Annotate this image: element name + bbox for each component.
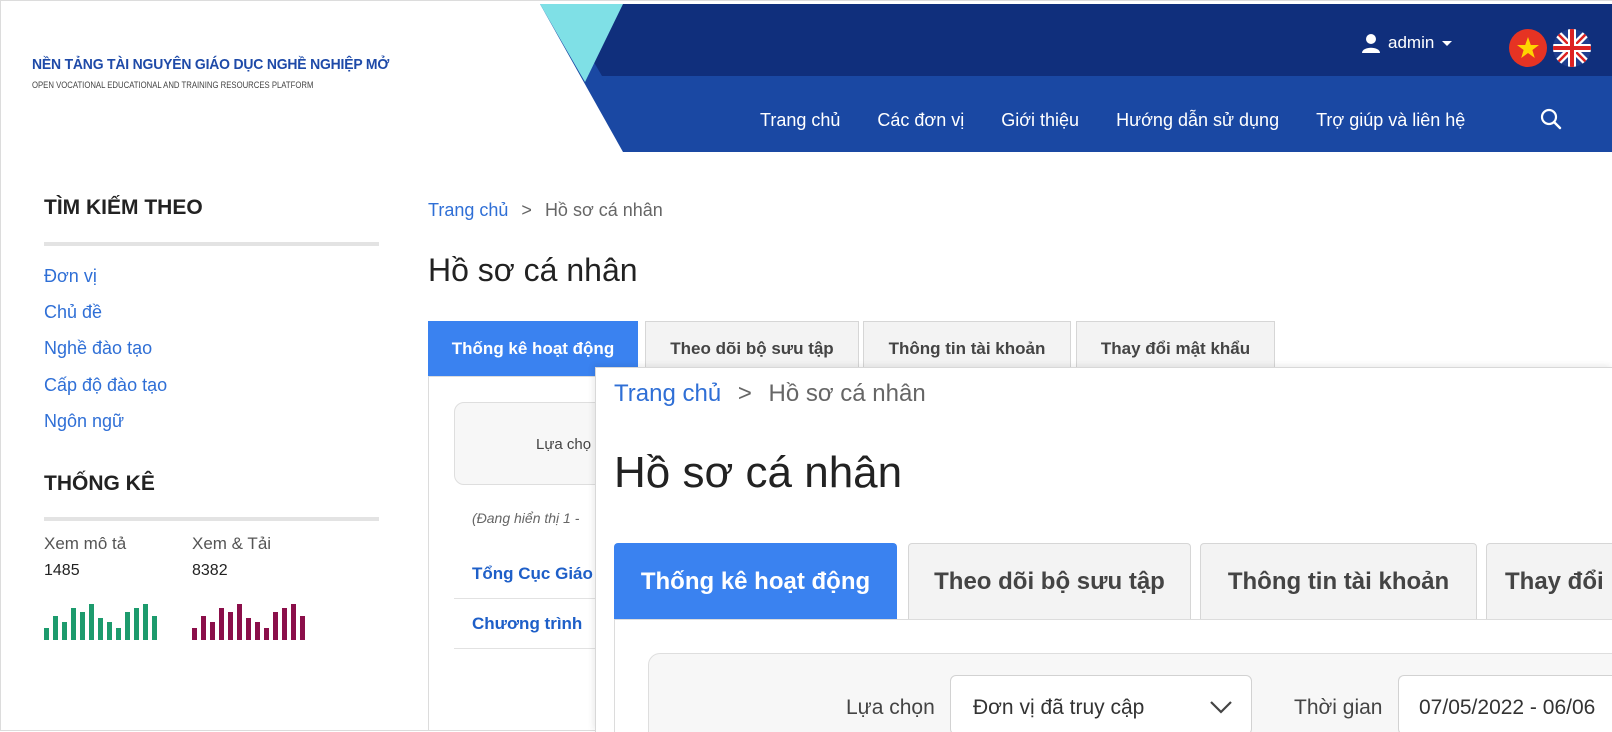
stat-view-desc-label: Xem mô tả (44, 534, 127, 553)
sidebar-link-languages[interactable]: Ngôn ngữ (44, 411, 124, 432)
sparkline-bar (246, 618, 251, 640)
sparkline-bar (282, 608, 287, 640)
user-name: admin (1388, 33, 1435, 52)
statistics-heading: THỐNG KÊ (44, 472, 155, 495)
zoom-breadcrumb-current: Hồ sơ cá nhân (768, 380, 926, 407)
site-header: NỀN TẢNG TÀI NGUYÊN GIÁO DỤC NGHỀ NGHIỆP… (0, 4, 1612, 152)
filter-label: Lựa chọ (536, 436, 592, 453)
sparkline-bar (98, 618, 103, 640)
nav-units[interactable]: Các đơn vị (877, 110, 964, 131)
zoom-tab-change-password[interactable]: Thay đổi (1486, 543, 1612, 619)
sparkline-bar (80, 612, 85, 640)
chevron-down-icon (1442, 40, 1453, 46)
zoomed-overlay: Trang chủ > Hồ sơ cá nhân Hồ sơ cá nhân … (595, 367, 1612, 732)
sparkline-bar (219, 608, 224, 640)
zoom-time-label: Thời gian (1294, 696, 1383, 719)
sidebar-link-topics[interactable]: Chủ đề (44, 302, 102, 323)
sparkline-bar (107, 622, 112, 640)
sparkline-bar (53, 616, 58, 640)
sparkline-bar (192, 628, 197, 640)
zoom-tab-activity-stats[interactable]: Thống kê hoạt động (614, 543, 897, 619)
zoom-breadcrumb: Trang chủ > Hồ sơ cá nhân (614, 380, 926, 408)
sidebar-link-levels[interactable]: Cấp độ đào tạo (44, 375, 167, 396)
nav-home[interactable]: Trang chủ (760, 110, 840, 131)
zoom-date-range-value: 07/05/2022 - 06/06 (1419, 696, 1596, 719)
user-menu[interactable]: admin (1360, 32, 1453, 54)
sparkline-bar (237, 604, 242, 640)
uk-flag-icon[interactable] (1553, 29, 1591, 67)
sparkline-bar (201, 616, 206, 640)
breadcrumb-home-link[interactable]: Trang chủ (428, 200, 508, 220)
zoom-page-title: Hồ sơ cá nhân (614, 448, 903, 497)
divider (44, 242, 379, 246)
zoom-breadcrumb-home-link[interactable]: Trang chủ (614, 380, 721, 407)
sparkline-bar (210, 622, 215, 640)
sidebar-link-occupations[interactable]: Nghề đào tạo (44, 338, 152, 359)
zoom-filter-label: Lựa chọn (846, 696, 935, 719)
nav-guide[interactable]: Hướng dẫn sử dụng (1116, 110, 1279, 131)
breadcrumb: Trang chủ > Hồ sơ cá nhân (428, 200, 663, 221)
zoom-breadcrumb-separator: > (737, 380, 752, 407)
stat-view-download-value: 8382 (192, 562, 228, 579)
sparkline-bar (291, 604, 296, 640)
list-item-link[interactable]: Tổng Cục Giáo (472, 564, 593, 584)
row-divider (454, 598, 604, 599)
stat-view-download-label: Xem & Tải (192, 534, 272, 553)
search-by-heading: TÌM KIẾM THEO (44, 196, 203, 219)
row-divider (454, 648, 604, 649)
nav-about[interactable]: Giới thiệu (1001, 110, 1079, 131)
sparkline-bar (273, 612, 278, 640)
zoom-tab-collection-tracking[interactable]: Theo dõi bộ sưu tập (908, 543, 1191, 619)
sparkline-bar (125, 612, 130, 640)
search-icon[interactable] (1540, 108, 1562, 130)
page-title: Hồ sơ cá nhân (428, 252, 638, 288)
showing-count: (Đang hiển thị 1 - (472, 510, 580, 526)
sparkline-bar (116, 628, 121, 640)
sparkline-bar (62, 622, 67, 640)
sparkline-bar (228, 612, 233, 640)
logo-subtitle: OPEN VOCATIONAL EDUCATIONAL AND TRAINING… (32, 80, 314, 90)
sparkline-view-desc (44, 604, 157, 640)
zoom-date-range-input[interactable]: 07/05/2022 - 06/06 (1398, 675, 1612, 732)
nav-help-contact[interactable]: Trợ giúp và liên hệ (1316, 110, 1465, 131)
chevron-down-icon (1210, 701, 1232, 714)
zoom-filter-select-value: Đơn vị đã truy cập (973, 696, 1145, 719)
sparkline-bar (264, 628, 269, 640)
sidebar-link-units[interactable]: Đơn vị (44, 266, 97, 287)
breadcrumb-separator: > (521, 200, 532, 220)
zoom-tab-account-info[interactable]: Thông tin tài khoản (1200, 543, 1477, 619)
sparkline-bar (152, 616, 157, 640)
user-icon (1362, 34, 1380, 53)
sparkline-bar (44, 628, 49, 640)
logo-title[interactable]: NỀN TẢNG TÀI NGUYÊN GIÁO DỤC NGHỀ NGHIỆP… (32, 56, 389, 73)
sparkline-bar (134, 608, 139, 640)
vietnam-flag-icon[interactable] (1509, 29, 1547, 67)
divider (44, 517, 379, 521)
sparkline-bar (71, 608, 76, 640)
stat-view-desc-value: 1485 (44, 562, 80, 579)
zoom-filter-select[interactable]: Đơn vị đã truy cập (950, 675, 1252, 732)
sparkline-bar (255, 622, 260, 640)
sparkline-bar (89, 604, 94, 640)
list-item-link[interactable]: Chương trình (472, 614, 582, 634)
sparkline-bar (300, 616, 305, 640)
sparkline-view-download (192, 604, 305, 640)
main-nav: Trang chủ Các đơn vị Giới thiệu Hướng dẫ… (760, 110, 1502, 131)
breadcrumb-current: Hồ sơ cá nhân (544, 200, 663, 220)
sparkline-bar (143, 604, 148, 640)
